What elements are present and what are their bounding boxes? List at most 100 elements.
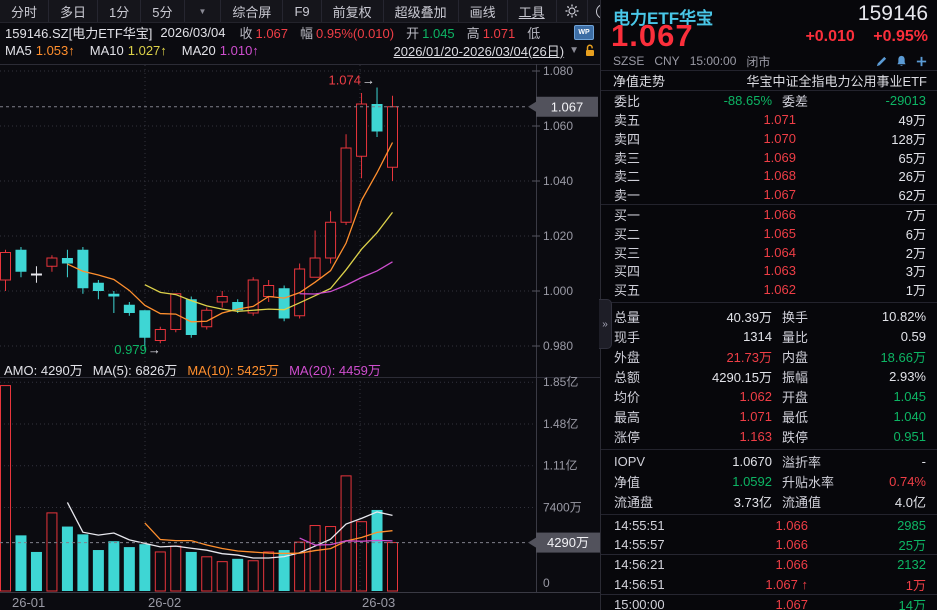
amo-label-1: MA(5): 6826万 bbox=[93, 363, 178, 378]
toolbar-tab-2[interactable]: 1分 bbox=[98, 0, 141, 22]
level-label: 买三 bbox=[614, 243, 668, 262]
tick-time: 14:56:51 bbox=[614, 577, 692, 592]
level-price: 1.062 bbox=[668, 282, 796, 297]
toolbar-actions: 综合屏F9前复权超级叠加画线工具 bbox=[221, 0, 556, 22]
wp-window-icon[interactable]: WP bbox=[574, 25, 594, 40]
level-volume: 2万 bbox=[796, 243, 926, 262]
tick-time: 14:56:21 bbox=[614, 557, 692, 572]
svg-text:7400万: 7400万 bbox=[543, 500, 582, 514]
toolbar-tab-0[interactable]: 分时 bbox=[0, 0, 49, 22]
level-volume: 26万 bbox=[796, 166, 926, 185]
panel-collapse-handle[interactable]: » bbox=[599, 299, 612, 349]
quote-panel: 电力ETF华宝 159146 1.067 +0.010 +0.95% SZSE … bbox=[600, 0, 937, 610]
level-label: 卖三 bbox=[614, 148, 668, 167]
ma-label-0: MA5 bbox=[5, 43, 32, 58]
edit-pencil-icon[interactable] bbox=[875, 55, 888, 68]
toolbar-button-0[interactable]: 综合屏 bbox=[221, 0, 283, 22]
quote-field-label: 收 bbox=[239, 26, 252, 41]
unlock-icon[interactable] bbox=[584, 44, 596, 57]
ma-value-1: 1.027↑ bbox=[128, 43, 167, 58]
level-price: 1.063 bbox=[668, 263, 796, 278]
alert-bell-icon[interactable] bbox=[895, 55, 908, 68]
daily-candle-chart[interactable]: 1.0801.0601.0401.0201.0000.9801.85亿1.48亿… bbox=[0, 0, 600, 610]
chevron-down-icon[interactable]: ▼ bbox=[569, 45, 579, 56]
bid-row-3[interactable]: 买四1.0633万 bbox=[601, 261, 937, 280]
level-price: 1.067 bbox=[668, 187, 796, 202]
stat-label: 最低 bbox=[772, 407, 860, 426]
amo-label-2: MA(10): 5425万 bbox=[187, 363, 279, 378]
bid-row-0[interactable]: 买一1.0667万 bbox=[601, 205, 937, 224]
level-price: 1.065 bbox=[668, 226, 796, 241]
tick-price: 1.066 bbox=[692, 537, 808, 552]
level-label: 卖二 bbox=[614, 166, 668, 185]
gear-icon bbox=[565, 4, 579, 18]
tick-row-3[interactable]: 14:56:511.067 ↑1万 bbox=[601, 575, 937, 594]
ask-row-2[interactable]: 卖三1.06965万 bbox=[601, 148, 937, 167]
level-volume: 7万 bbox=[796, 205, 926, 224]
bid-levels: 买一1.0667万买二1.0656万买三1.0642万买四1.0633万买五1.… bbox=[601, 205, 937, 299]
tick-row-4[interactable]: 15:00:001.06714万 bbox=[601, 594, 937, 610]
ohlc-values: 收1.067幅0.95%(0.010)开1.045高1.071低 bbox=[239, 23, 555, 42]
ask-row-1[interactable]: 卖四1.070128万 bbox=[601, 129, 937, 148]
svg-text:0: 0 bbox=[543, 576, 550, 590]
toolbar-button-5[interactable]: 工具 bbox=[508, 0, 557, 22]
iopv-row-2: 流通盘3.73亿流通值4.0亿 bbox=[601, 492, 937, 512]
ask-levels: 卖五1.07149万卖四1.070128万卖三1.06965万卖二1.06826… bbox=[601, 110, 937, 204]
svg-text:1.000: 1.000 bbox=[543, 284, 573, 298]
level-volume: 128万 bbox=[796, 129, 926, 148]
weibi-label: 委比 bbox=[614, 91, 664, 110]
stat-label: 开盘 bbox=[772, 387, 860, 406]
quote-field-label: 高 bbox=[467, 26, 480, 41]
stat-row-0: 总量40.39万换手10.82% bbox=[601, 307, 937, 327]
bid-row-2[interactable]: 买三1.0642万 bbox=[601, 243, 937, 262]
quote-field-label: 低 bbox=[527, 26, 540, 41]
stat-label: 内盘 bbox=[772, 347, 860, 366]
bid-row-1[interactable]: 买二1.0656万 bbox=[601, 224, 937, 243]
tick-price: 1.066 bbox=[692, 518, 808, 533]
stat-label: 流通值 bbox=[772, 492, 860, 511]
tick-row-1[interactable]: 14:55:571.06625万 bbox=[601, 535, 937, 554]
date-label: 2026/03/04 bbox=[160, 25, 225, 40]
svg-text:1.074: 1.074 bbox=[328, 73, 361, 88]
toolbar-tab-1[interactable]: 多日 bbox=[49, 0, 98, 22]
tick-row-2[interactable]: 14:56:211.0662132 bbox=[601, 554, 937, 574]
stat-label: IOPV bbox=[614, 454, 664, 469]
toolbar-button-3[interactable]: 超级叠加 bbox=[384, 0, 459, 22]
ask-row-3[interactable]: 卖二1.06826万 bbox=[601, 166, 937, 185]
settings-button[interactable] bbox=[557, 0, 588, 22]
tick-row-0[interactable]: 14:55:511.0662985 bbox=[601, 516, 937, 535]
stat-row-3: 总额4290.15万振幅2.93% bbox=[601, 367, 937, 387]
svg-text:26-01: 26-01 bbox=[12, 595, 45, 610]
period-dropdown[interactable]: ▼ bbox=[185, 0, 222, 22]
nav-trend-label: 净值走势 bbox=[613, 71, 665, 90]
trading-terminal: 1.0801.0601.0401.0201.0000.9801.85亿1.48亿… bbox=[0, 0, 937, 610]
tick-time: 14:55:51 bbox=[614, 518, 692, 533]
ask-row-4[interactable]: 卖一1.06762万 bbox=[601, 185, 937, 204]
toolbar-button-2[interactable]: 前复权 bbox=[322, 0, 384, 22]
quote-field-3: 高1.071 bbox=[467, 26, 516, 41]
currency-label: CNY bbox=[654, 54, 679, 68]
svg-text:1.020: 1.020 bbox=[543, 229, 573, 243]
toolbar-button-4[interactable]: 画线 bbox=[459, 0, 508, 22]
svg-text:→: → bbox=[148, 342, 161, 357]
svg-text:1.85亿: 1.85亿 bbox=[543, 374, 578, 389]
amo-label-0: AMO: 4290万 bbox=[4, 363, 83, 378]
toolbar-button-1[interactable]: F9 bbox=[283, 0, 321, 22]
ask-row-0[interactable]: 卖五1.07149万 bbox=[601, 110, 937, 129]
svg-text:0.980: 0.980 bbox=[543, 339, 573, 353]
toolbar-tab-3[interactable]: 5分 bbox=[141, 0, 184, 22]
bid-row-4[interactable]: 买五1.0621万 bbox=[601, 280, 937, 299]
add-plus-icon[interactable] bbox=[915, 55, 928, 68]
nav-trend-row[interactable]: 净值走势 华宝中证全指电力公用事业ETF bbox=[601, 71, 937, 91]
market-status-bar: SZSE CNY 15:00:00 闭市 bbox=[601, 52, 937, 70]
date-range-selector[interactable]: 2026/01/20-2026/03/04(26日) bbox=[394, 41, 565, 60]
symbol-label: 159146.SZ[电力ETF华宝] bbox=[5, 23, 152, 42]
quote-field-value: 1.067 bbox=[255, 26, 288, 41]
tick-time: 15:00:00 bbox=[614, 597, 692, 610]
level-label: 买五 bbox=[614, 280, 668, 299]
quote-field-4: 低 bbox=[527, 26, 543, 41]
stat-label: 溢折率 bbox=[772, 452, 860, 471]
quote-field-0: 收1.067 bbox=[239, 26, 288, 41]
stat-row-6: 涨停1.163跌停0.951 bbox=[601, 427, 937, 447]
level-volume: 65万 bbox=[796, 148, 926, 167]
